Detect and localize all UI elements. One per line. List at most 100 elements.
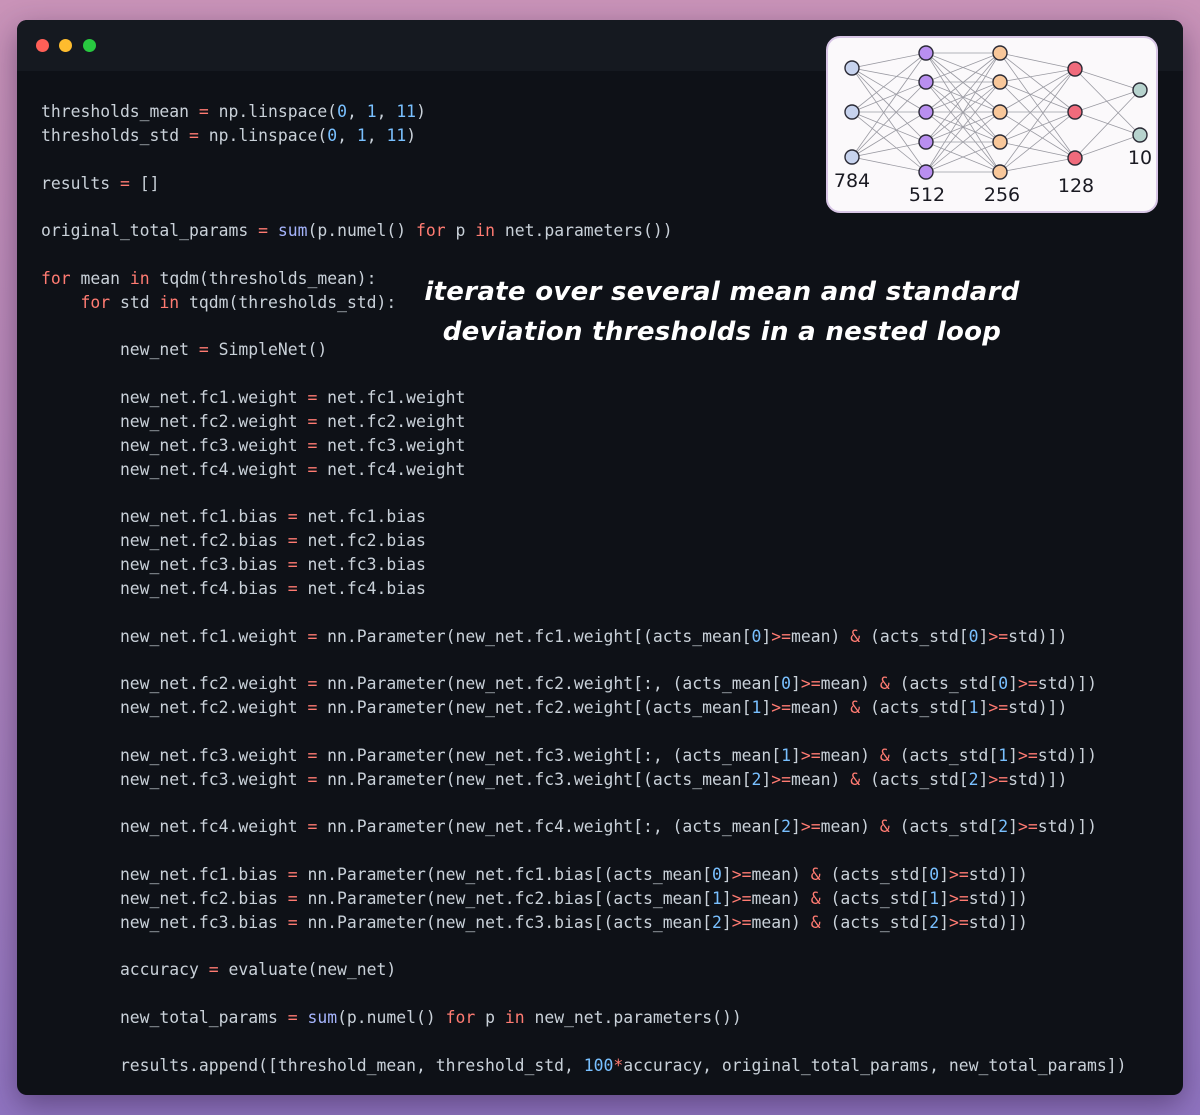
code-token: net.fc1.bias xyxy=(297,507,426,527)
code-token: net.fc2.weight xyxy=(317,411,466,431)
code-token: 2 xyxy=(712,912,722,932)
code-token: ] xyxy=(1008,817,1019,837)
code-token: 2 xyxy=(781,817,791,837)
code-token: = xyxy=(307,459,318,479)
code-token: >= xyxy=(948,888,969,908)
network-edge xyxy=(1074,68,1141,136)
code-token: = xyxy=(287,578,298,598)
code-token: = xyxy=(258,221,268,241)
code-token: = xyxy=(287,531,298,551)
code-token: new_net.fc2.weight xyxy=(41,674,308,694)
code-token: ] xyxy=(761,769,772,789)
code-token: >= xyxy=(800,745,821,765)
code-token: in xyxy=(129,268,150,288)
code-token: mean) xyxy=(791,769,851,789)
code-token: tqdm(thresholds_mean): xyxy=(149,268,377,288)
code-token: nn.Parameter(new_net.fc3.weight[(acts_me… xyxy=(317,769,752,789)
code-token: & xyxy=(810,865,821,884)
code-token: 0 xyxy=(781,674,791,694)
network-node xyxy=(1132,127,1148,143)
code-token: >= xyxy=(988,769,1009,789)
code-token: for xyxy=(80,292,111,312)
code-token: nn.Parameter(new_net.fc3.weight[:, (acts… xyxy=(317,745,782,765)
code-token: std)]) xyxy=(1008,698,1068,718)
code-token: mean) xyxy=(791,626,851,646)
code-token: = xyxy=(307,388,318,408)
code-token: ] xyxy=(761,626,772,646)
code-token: net.fc1.weight xyxy=(317,388,466,408)
code-token: ] xyxy=(939,865,949,884)
code-token: mean) xyxy=(751,865,811,884)
code-token: mean xyxy=(70,268,130,288)
code-token: 0 xyxy=(337,102,347,121)
network-edge xyxy=(1074,89,1141,113)
network-node xyxy=(992,74,1008,90)
code-token: ] xyxy=(790,745,801,765)
code-token: nn.Parameter(new_net.fc3.bias[(acts_mean… xyxy=(297,912,713,932)
code-token: new_net.fc1.bias xyxy=(41,507,288,527)
code-token: 1 xyxy=(366,102,377,121)
code-token: std)]) xyxy=(968,888,1028,908)
code-token: ) xyxy=(416,102,426,121)
code-line: new_net.fc1.weight = nn.Parameter(new_ne… xyxy=(41,625,1127,649)
code-token: ] xyxy=(790,817,801,837)
network-node xyxy=(918,45,934,61)
code-token: std)]) xyxy=(1037,745,1097,765)
network-edge xyxy=(999,111,1076,159)
code-token: for xyxy=(445,1008,476,1028)
code-token: = xyxy=(119,173,130,193)
layer-label: 128 xyxy=(1058,175,1094,197)
code-token: >= xyxy=(988,626,1009,646)
code-token: 2 xyxy=(929,912,940,932)
network-edge xyxy=(851,141,927,158)
code-token: 2 xyxy=(998,817,1009,837)
code-token: std)]) xyxy=(1037,817,1097,837)
maximize-button[interactable] xyxy=(83,39,96,52)
code-line: new_net.fc1.weight = net.fc1.weight xyxy=(41,386,1127,410)
code-token: 1 xyxy=(751,698,762,718)
code-token: new_net.fc1.bias xyxy=(41,865,288,884)
code-token: 100 xyxy=(583,1055,614,1075)
code-token: net.fc3.bias xyxy=(297,555,426,575)
code-token: new_net.fc4.bias xyxy=(41,578,288,598)
network-edge xyxy=(851,52,927,69)
code-token: ] xyxy=(721,912,732,932)
annotation-line-2: deviation thresholds in a nested loop xyxy=(442,317,1002,347)
network-node xyxy=(992,134,1008,150)
code-token: >= xyxy=(988,698,1009,718)
code-token: results xyxy=(41,173,120,193)
code-token: thresholds_mean xyxy=(41,102,199,121)
code-token: = xyxy=(307,817,318,837)
code-token: new_net.fc3.bias xyxy=(41,555,288,575)
code-line: new_net.fc2.weight = net.fc2.weight xyxy=(41,410,1127,434)
code-token: 1 xyxy=(968,698,979,718)
code-token: >= xyxy=(731,865,752,884)
code-token: results.append([threshold_mean, threshol… xyxy=(41,1055,584,1075)
code-token: np.linspace( xyxy=(198,125,328,145)
code-token: mean) xyxy=(820,674,880,694)
code-line: new_net.fc3.bias = nn.Parameter(new_net.… xyxy=(41,911,1127,935)
code-token: tqdm(thresholds_std): xyxy=(179,292,397,312)
code-token: nn.Parameter(new_net.fc2.bias[(acts_mean… xyxy=(297,888,713,908)
code-token: >= xyxy=(1018,817,1038,837)
annotation-line-1: iterate over several mean and standard xyxy=(424,277,1020,307)
close-button[interactable] xyxy=(36,39,49,52)
code-token: [] xyxy=(129,173,160,193)
layer-label: 10 xyxy=(1128,147,1152,169)
code-token: ] xyxy=(790,674,801,694)
code-token: = xyxy=(198,340,209,360)
network-edge xyxy=(851,52,927,113)
code-token: = xyxy=(208,960,219,980)
code-token: = xyxy=(307,435,318,455)
code-token: & xyxy=(879,745,890,765)
layer-label: 784 xyxy=(834,170,870,192)
minimize-button[interactable] xyxy=(59,39,72,52)
network-node xyxy=(1067,150,1083,166)
code-token: 0 xyxy=(929,865,940,884)
